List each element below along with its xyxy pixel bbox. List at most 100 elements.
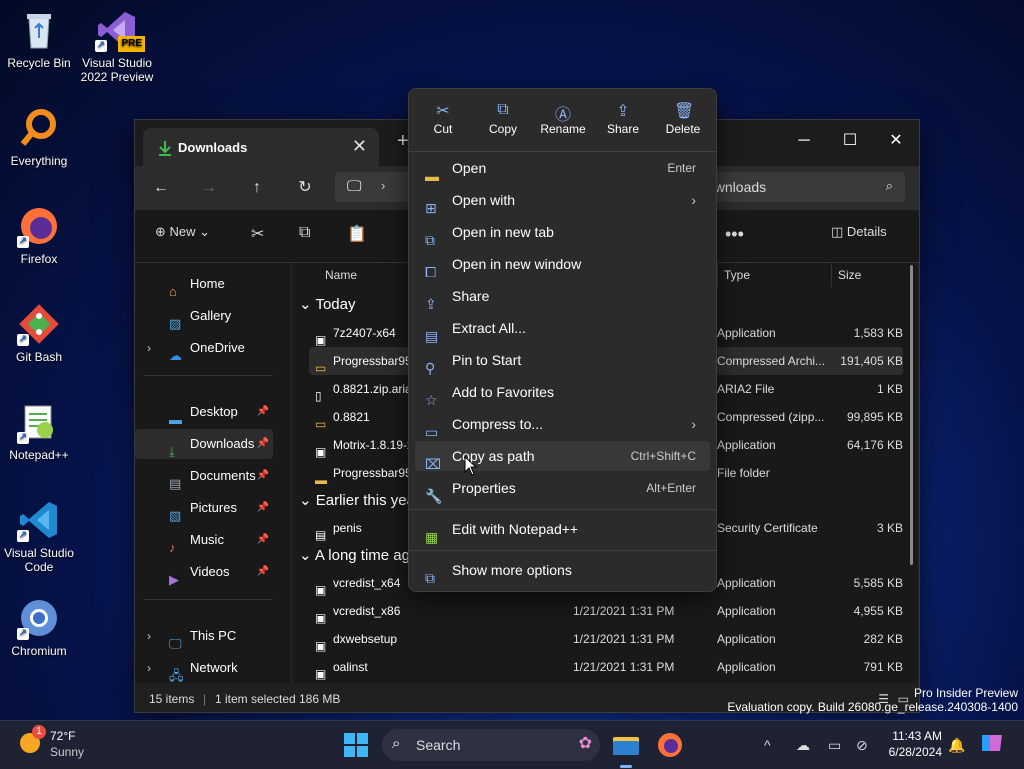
sidebar-item-home[interactable]: ⌂ Home (135, 269, 273, 299)
rename-button[interactable]: Ⓐ Rename (533, 89, 593, 149)
file-row[interactable]: ▣ vcredist_x86 1/21/2021 1:31 PM Applicatio… (309, 597, 903, 625)
tab-downloads[interactable]: Downloads ✕ (143, 128, 379, 166)
file-name: Progressbar95 (333, 354, 412, 368)
compress-icon: ▭ (425, 424, 439, 440)
file-row[interactable]: ▣ dxwebsetup 1/21/2021 1:31 PM Application 2… (309, 625, 903, 653)
search-box[interactable]: ownloads ⌕ (695, 172, 905, 202)
extract-icon: ▤ (425, 328, 439, 344)
desktop-icon-chromium[interactable]: ↗ Chromium (2, 596, 76, 658)
desktop-icon-visual-studio[interactable]: ↗ PRE Visual Studio 2022 Preview (80, 8, 154, 84)
menu-item-open[interactable]: ▬ Open Enter (415, 153, 710, 184)
chevron-right-icon[interactable]: › (147, 333, 151, 363)
new-window-icon: ⧠ (425, 264, 437, 280)
start-button[interactable] (340, 729, 372, 761)
menu-item-properties[interactable]: 🔧 Properties Alt+Enter (415, 473, 710, 504)
desktop-icon-firefox[interactable]: ↗ Firefox (2, 204, 76, 266)
column-header-type[interactable]: Type (717, 263, 750, 287)
taskbar-file-explorer[interactable] (610, 729, 642, 768)
weather-temp: 72°F (50, 729, 76, 743)
chevron-right-icon[interactable]: › (147, 621, 151, 651)
sidebar-item-documents[interactable]: ▤ Documents 📌 (135, 461, 273, 491)
desktop-icon-label: Recycle Bin (7, 56, 71, 70)
chevron-up-icon[interactable]: ^ (764, 737, 771, 753)
cut-button[interactable]: ✂ Cut (413, 89, 473, 149)
more-options-icon[interactable]: ••• (725, 224, 744, 245)
desktop-icon-label: Everything (10, 154, 68, 168)
desktop-icon-recycle-bin[interactable]: Recycle Bin (2, 8, 76, 70)
mouse-cursor-icon (464, 456, 478, 476)
menu-item-pin-to-start[interactable]: ⚲ Pin to Start (415, 345, 710, 376)
menu-item-label: Extract All... (452, 320, 526, 336)
group-header-long-ago[interactable]: ⌄ A long time ag (299, 546, 410, 564)
file-type: Compressed Archi... (717, 354, 826, 368)
weather-widget[interactable]: 1 72°F Sunny (16, 725, 84, 759)
paste-icon[interactable]: 📋 (347, 224, 367, 244)
notification-bell-icon[interactable]: 🔔 (948, 737, 965, 754)
copy-icon[interactable]: ⧉ (299, 224, 310, 242)
forward-arrow-icon[interactable]: → (195, 176, 223, 200)
sidebar-item-label: Pictures (190, 500, 237, 515)
minimize-button[interactable]: ─ (781, 126, 827, 156)
copy-path-icon: ⌧ (425, 456, 442, 472)
delete-button[interactable]: 🗑 Delete (653, 89, 713, 149)
chevron-right-icon[interactable]: › (381, 178, 385, 193)
cut-icon[interactable]: ✂ (251, 224, 264, 244)
cloud-icon: ☁ (169, 348, 182, 363)
copilot-button[interactable] (978, 729, 1010, 761)
new-button[interactable]: ⊕ New ⌄ (155, 224, 210, 240)
menu-item-add-favorites[interactable]: ☆ Add to Favorites (415, 377, 710, 408)
sidebar-item-downloads[interactable]: ⤓ Downloads 📌 (135, 429, 273, 459)
menu-item-show-more[interactable]: ⧉ Show more options (415, 555, 710, 586)
refresh-icon[interactable]: ↻ (291, 176, 319, 200)
close-window-button[interactable]: ✕ (873, 126, 919, 156)
column-label: Name (325, 268, 358, 282)
desktop-icon-git-bash[interactable]: ↗ Git Bash (2, 302, 76, 364)
file-row[interactable]: ▣ oalinst 1/21/2021 1:31 PM Application 791 … (309, 653, 903, 681)
chevron-right-icon[interactable]: › (147, 653, 151, 683)
taskbar-firefox[interactable] (654, 729, 686, 761)
shortcut-arrow-icon: ↗ (17, 432, 29, 444)
group-header-today[interactable]: ⌄ Today (299, 295, 356, 313)
share-button[interactable]: ⇪ Share (593, 89, 653, 149)
sidebar-item-this-pc[interactable]: › 🖵 This PC (135, 621, 273, 651)
vertical-scrollbar[interactable] (910, 265, 913, 565)
more-options-icon: ⧉ (425, 570, 435, 586)
cloud-offline-icon[interactable]: ☁ (796, 737, 810, 754)
back-arrow-icon[interactable]: ← (147, 176, 175, 200)
menu-item-copy-as-path[interactable]: ⌧ Copy as path Ctrl+Shift+C (415, 441, 710, 472)
display-icon[interactable]: ▭ (828, 737, 841, 754)
maximize-button[interactable]: ☐ (827, 126, 873, 156)
group-header-earlier[interactable]: ⌄ Earlier this yea (299, 491, 415, 509)
menu-item-open-with[interactable]: ⊞ Open with › (415, 185, 710, 216)
desktop-icon-everything[interactable]: Everything (2, 106, 76, 168)
details-button[interactable]: ◫ Details (831, 224, 887, 240)
system-clock[interactable]: 11:43 AM 6/28/2024 (889, 728, 942, 760)
taskbar-search[interactable]: ⌕ Search ✿ (382, 729, 600, 761)
sidebar-item-network[interactable]: › 🖧 Network (135, 653, 273, 683)
recycle-bin-icon (17, 8, 61, 52)
menu-item-open-new-tab[interactable]: ⧉ Open in new tab (415, 217, 710, 248)
sidebar-item-music[interactable]: ♪ Music 📌 (135, 525, 273, 555)
application-icon: ▣ (315, 611, 327, 625)
sidebar-item-onedrive[interactable]: › ☁ OneDrive (135, 333, 273, 363)
new-tab-icon[interactable]: + (397, 130, 409, 153)
menu-item-extract-all[interactable]: ▤ Extract All... (415, 313, 710, 344)
desktop-icon-notepad-plus[interactable]: ↗ Notepad++ (2, 400, 76, 462)
sidebar-item-videos[interactable]: ▶ Videos 📌 (135, 557, 273, 587)
sidebar-item-gallery[interactable]: ▨ Gallery (135, 301, 273, 331)
column-header-name[interactable]: Name (325, 263, 357, 287)
copy-button[interactable]: ⧉ Copy (473, 89, 533, 149)
close-tab-icon[interactable]: ✕ (352, 136, 367, 157)
up-arrow-icon[interactable]: ↑ (243, 176, 271, 200)
network-offline-icon[interactable]: ⊘ (856, 737, 868, 754)
file-name: vcredist_x64 (333, 576, 401, 590)
column-header-size[interactable]: Size (831, 263, 861, 287)
menu-item-edit-notepad[interactable]: ▦ Edit with Notepad++ (415, 514, 710, 545)
sidebar-item-desktop[interactable]: ▬ Desktop 📌 (135, 397, 273, 427)
menu-item-compress[interactable]: ▭ Compress to... › (415, 409, 710, 440)
sidebar-item-pictures[interactable]: ▧ Pictures 📌 (135, 493, 273, 523)
desktop-icon-vscode[interactable]: ↗ Visual Studio Code (2, 498, 76, 574)
menu-item-open-new-window[interactable]: ⧠ Open in new window (415, 249, 710, 280)
menu-item-share[interactable]: ⇪ Share (415, 281, 710, 312)
cut-icon: ✂ (436, 103, 450, 120)
